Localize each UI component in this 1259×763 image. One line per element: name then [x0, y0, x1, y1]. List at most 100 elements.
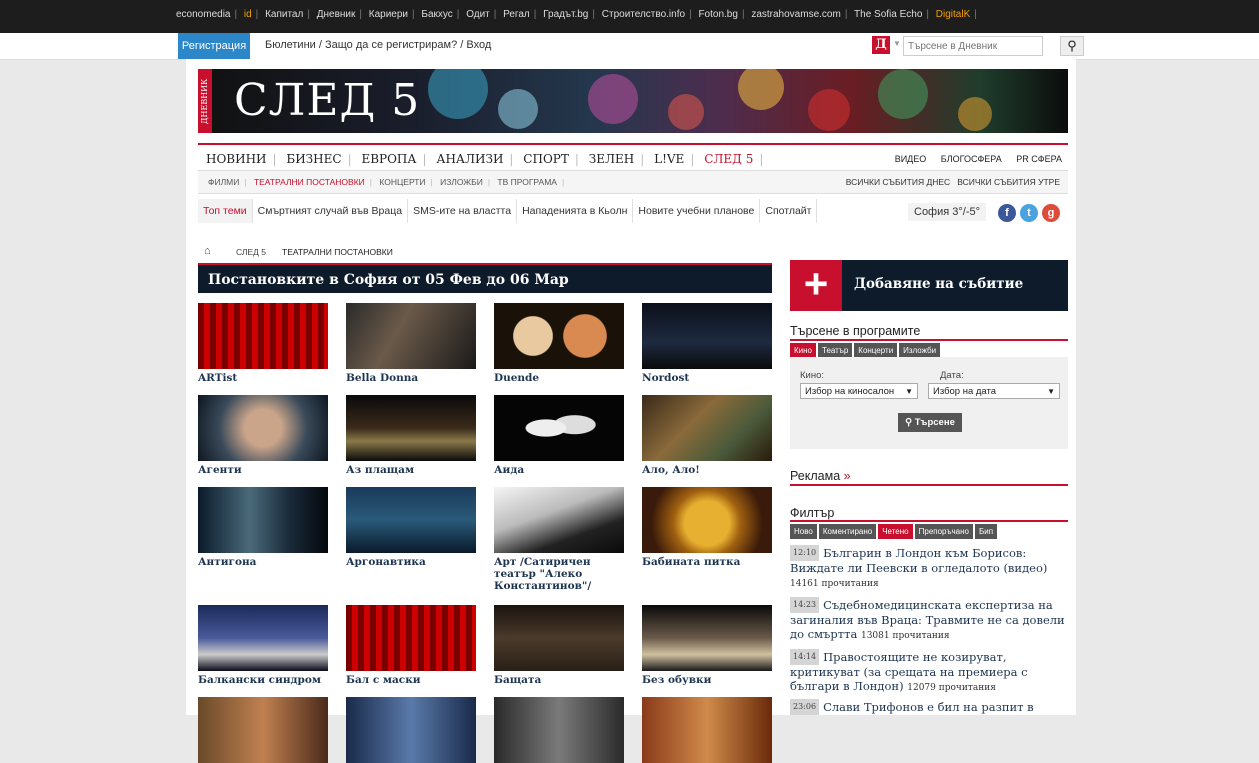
network-link-gradat[interactable]: Градът.bg: [543, 9, 588, 20]
news-headline[interactable]: Българин в Лондон към Борисов: Виждате л…: [790, 546, 1047, 575]
subnav-item-exhibitions[interactable]: ИЗЛОЖБИ: [440, 177, 483, 187]
show-title[interactable]: Аргонавтика: [346, 556, 476, 568]
nav-item-business[interactable]: БИЗНЕС: [286, 152, 341, 166]
show-thumbnail[interactable]: [642, 395, 772, 461]
show-title[interactable]: Ало, Ало!: [642, 464, 772, 476]
show-thumbnail[interactable]: [494, 395, 624, 461]
network-link-id[interactable]: id: [244, 9, 252, 20]
topic-item[interactable]: SMS-ите на властта: [408, 199, 518, 223]
show-tile[interactable]: Бал с маски: [346, 605, 476, 686]
tab-recommended[interactable]: Препоръчано: [914, 524, 973, 539]
show-title[interactable]: Bella Donna: [346, 372, 476, 384]
show-tile[interactable]: Без обувки: [642, 605, 772, 686]
ads-title[interactable]: Реклама »: [790, 469, 851, 483]
facebook-icon[interactable]: f: [998, 204, 1016, 222]
show-thumbnail[interactable]: [346, 395, 476, 461]
program-search-button[interactable]: ⚲ Търсене: [898, 413, 962, 432]
network-link-economedia[interactable]: economedia: [176, 9, 230, 20]
show-thumbnail[interactable]: [642, 697, 772, 763]
list-item[interactable]: 14:14 Правостоящите не козируват, критику…: [790, 649, 1068, 695]
list-item[interactable]: 14:23 Съдебномедицинската експертиза на з…: [790, 597, 1068, 643]
show-thumbnail[interactable]: [494, 697, 624, 763]
nav-item-sled5[interactable]: СЛЕД 5: [704, 152, 753, 166]
nav-item-europe[interactable]: ЕВРОПА: [361, 152, 416, 166]
cinema-select[interactable]: Избор на киносалон ▼: [800, 383, 918, 399]
breadcrumb-item[interactable]: ТЕАТРАЛНИ ПОСТАНОВКИ: [282, 247, 393, 257]
show-title[interactable]: Антигона: [198, 556, 328, 568]
login-link[interactable]: Вход: [466, 39, 491, 51]
show-thumbnail[interactable]: [346, 605, 476, 671]
show-title[interactable]: Балкански синдром: [198, 674, 328, 686]
network-link-dnevnik[interactable]: Дневник: [317, 9, 356, 20]
show-thumbnail[interactable]: [198, 303, 328, 369]
nav-item-live[interactable]: L!VE: [654, 152, 684, 166]
search-button[interactable]: ⚲: [1060, 36, 1084, 56]
list-item[interactable]: 23:06 Слави Трифонов е бил на разпит в: [790, 699, 1068, 715]
tab-concerts[interactable]: Концерти: [854, 343, 898, 358]
network-link-karieri[interactable]: Кариери: [369, 9, 408, 20]
show-tile[interactable]: Балкански синдром: [198, 605, 328, 686]
tab-new[interactable]: Ново: [790, 524, 817, 539]
show-tile[interactable]: Бащата: [494, 605, 624, 686]
network-link-zastrahovamse[interactable]: zastrahovamse.com: [751, 9, 840, 20]
breadcrumb-item[interactable]: СЛЕД 5: [236, 247, 266, 257]
show-tile[interactable]: [198, 697, 328, 763]
show-title[interactable]: Бал с маски: [346, 674, 476, 686]
network-link-digitalk[interactable]: DigitalK: [936, 9, 970, 20]
subnav-item-tv[interactable]: ТВ ПРОГРАМА: [497, 177, 557, 187]
subnav-item-concerts[interactable]: КОНЦЕРТИ: [379, 177, 425, 187]
network-link-foton[interactable]: Foton.bg: [698, 9, 737, 20]
show-thumbnail[interactable]: [198, 487, 328, 553]
show-thumbnail[interactable]: [642, 605, 772, 671]
twitter-icon[interactable]: t: [1020, 204, 1038, 222]
show-tile[interactable]: Аз плащам: [346, 395, 476, 476]
show-thumbnail[interactable]: [642, 487, 772, 553]
show-tile[interactable]: Аргонавтика: [346, 487, 476, 568]
show-tile[interactable]: Duende: [494, 303, 624, 384]
all-events-tomorrow-link[interactable]: ВСИЧКИ СЪБИТИЯ УТРЕ: [957, 177, 1060, 187]
network-link-stroitelstvo[interactable]: Строителство.info: [602, 9, 685, 20]
all-events-today-link[interactable]: ВСИЧКИ СЪБИТИЯ ДНЕС: [846, 177, 951, 187]
nav-item-green[interactable]: ЗЕЛЕН: [589, 152, 634, 166]
show-title[interactable]: Nordost: [642, 372, 772, 384]
show-tile[interactable]: [642, 697, 772, 763]
tab-commented[interactable]: Коментирано: [818, 524, 877, 539]
topic-item[interactable]: Новите учебни планове: [633, 199, 761, 223]
home-icon[interactable]: ⌂: [204, 245, 211, 257]
network-link-regal[interactable]: Регал: [503, 9, 530, 20]
show-thumbnail[interactable]: [198, 605, 328, 671]
dnevnik-logo-icon[interactable]: Д: [872, 36, 890, 54]
tab-bip[interactable]: Бип: [975, 524, 998, 539]
show-title[interactable]: Агенти: [198, 464, 328, 476]
nav-item-sport[interactable]: СПОРТ: [523, 152, 569, 166]
show-title[interactable]: ARTist: [198, 372, 328, 384]
nav-item-news[interactable]: НОВИНИ: [206, 152, 267, 166]
show-thumbnail[interactable]: [198, 395, 328, 461]
show-title[interactable]: Аида: [494, 464, 624, 476]
show-tile[interactable]: Nordost: [642, 303, 772, 384]
network-link-bakhus[interactable]: Бакхус: [421, 9, 452, 20]
newsletters-link[interactable]: Бюлетини: [265, 39, 316, 51]
show-thumbnail[interactable]: [346, 487, 476, 553]
tab-theatre[interactable]: Театър: [818, 343, 853, 358]
show-tile[interactable]: [494, 697, 624, 763]
show-tile[interactable]: Агенти: [198, 395, 328, 476]
show-tile[interactable]: Антигона: [198, 487, 328, 568]
show-tile[interactable]: Bella Donna: [346, 303, 476, 384]
search-input[interactable]: [903, 36, 1043, 56]
list-item[interactable]: 12:10 Българин в Лондон към Борисов: Вижд…: [790, 545, 1068, 591]
network-link-sofia-echo[interactable]: The Sofia Echo: [854, 9, 922, 20]
topic-item[interactable]: Смъртният случай във Враца: [253, 199, 409, 223]
nav-item-analyses[interactable]: АНАЛИЗИ: [436, 152, 503, 166]
show-thumbnail[interactable]: [494, 605, 624, 671]
show-thumbnail[interactable]: [494, 303, 624, 369]
network-link-odit[interactable]: Одит: [466, 9, 490, 20]
subnav-item-films[interactable]: ФИЛМИ: [208, 177, 239, 187]
section-banner[interactable]: ДНЕВНИК СЛЕД 5: [198, 69, 1068, 133]
show-tile[interactable]: [346, 697, 476, 763]
show-title[interactable]: Бащата: [494, 674, 624, 686]
chevron-down-icon[interactable]: ▼: [893, 39, 901, 48]
show-tile[interactable]: ARTist: [198, 303, 328, 384]
subnav-item-theatre[interactable]: ТЕАТРАЛНИ ПОСТАНОВКИ: [254, 177, 365, 187]
show-thumbnail[interactable]: [346, 303, 476, 369]
